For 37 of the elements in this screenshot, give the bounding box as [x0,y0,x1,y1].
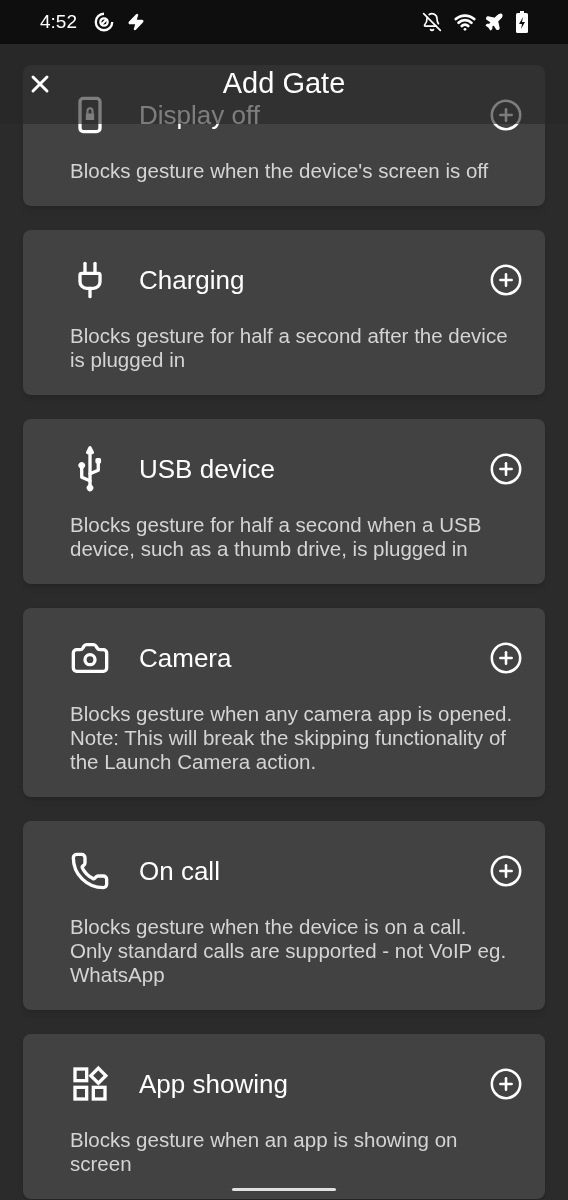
gate-description: Blocks gesture when the device is on a call. Only standard calls are supported - not VoIP eg. WhatsApp [70,915,508,987]
data-saver-icon [93,11,115,33]
add-icon [489,641,523,675]
gate-title: USB device [139,452,276,486]
phone-icon [70,851,110,891]
gate-card[interactable]: On call Blocks gesture when the device is on a call. Only standard calls are supported - not VoIP eg. WhatsApp [23,821,545,1010]
add-icon [489,1067,523,1101]
gate-description: Blocks gesture when any camera app is opened. Note: This will break the skipping functionality of the Launch Camera action. [70,702,514,774]
add-button[interactable] [488,262,524,298]
gate-card[interactable]: Camera Blocks gesture when any camera app is opened. Note: This will break the skipping functionality of the Launch Camera action. [23,608,545,797]
gate-description: Blocks gesture when an app is showing on screen [70,1128,459,1176]
add-icon [489,98,523,132]
gate-card[interactable]: Charging Blocks gesture for half a second after the device is plugged in [23,230,545,395]
wifi-icon [454,11,476,33]
gate-title: App showing [139,1067,289,1101]
add-icon [489,452,523,486]
add-button[interactable] [488,853,524,889]
gate-card[interactable]: App showing Blocks gesture when an app is showing on screen [23,1034,545,1199]
status-time: 4:52 [40,9,77,34]
add-icon [489,854,523,888]
add-icon [489,263,523,297]
add-button[interactable] [488,1066,524,1102]
bell-off-icon [422,12,442,32]
add-button[interactable] [488,97,524,133]
gate-description: Blocks gesture for half a second when a USB device, such as a thumb drive, is plugged in [70,513,483,561]
add-button[interactable] [488,451,524,487]
gate-description: Blocks gesture for half a second after the device is plugged in [70,324,509,372]
gate-title: Charging [139,263,246,297]
gate-description: Blocks gesture when the device's screen is off [70,159,490,183]
apps-icon [70,1064,110,1104]
gate-card[interactable]: USB device Blocks gesture for half a second when a USB device, such as a thumb drive, is plugged in [23,419,545,584]
add-button[interactable] [488,640,524,676]
gate-title: On call [139,854,221,888]
gate-title: Camera [139,641,233,675]
airplane-icon [484,12,504,32]
battery-icon [516,11,528,33]
bolt-icon [127,13,145,31]
